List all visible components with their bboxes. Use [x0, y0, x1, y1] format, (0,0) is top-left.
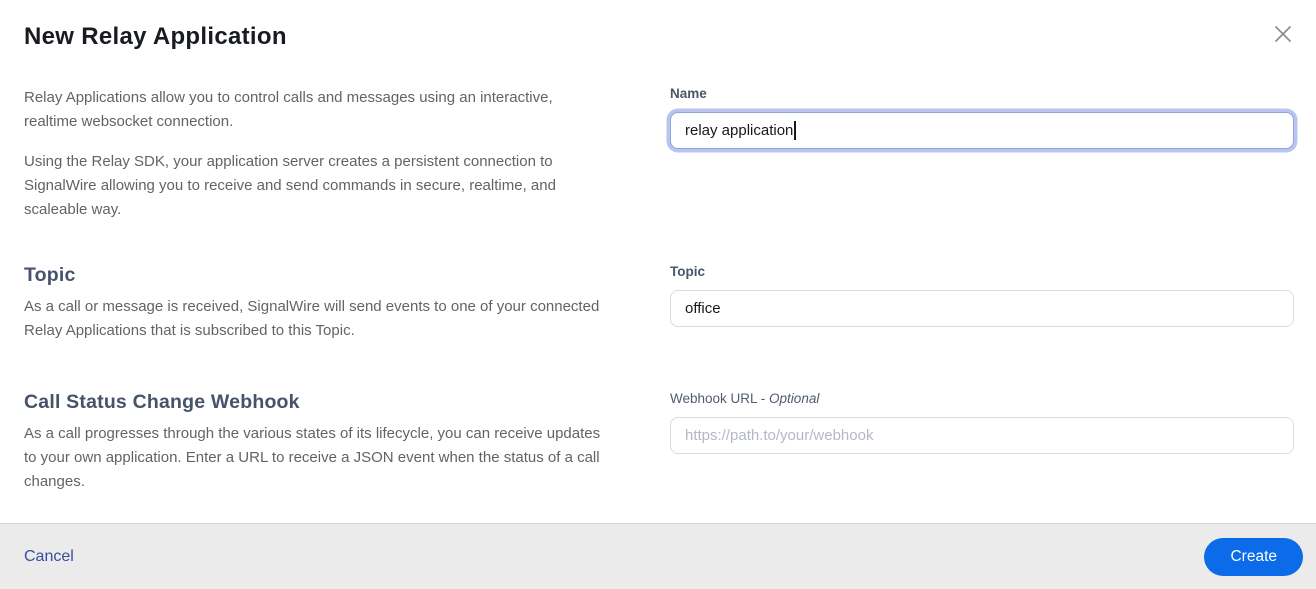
webhook-section-heading: Call Status Change Webhook	[24, 391, 300, 413]
new-relay-application-dialog: New Relay Application Relay Applications…	[0, 0, 1316, 589]
topic-section-heading: Topic	[24, 264, 76, 286]
webhook-field-label: Webhook URL - Optional	[670, 391, 1294, 406]
topic-section-description: As a call or message is received, Signal…	[24, 298, 600, 339]
webhook-section: Call Status Change Webhook As a call pro…	[24, 391, 1294, 494]
create-button[interactable]: Create	[1204, 537, 1303, 576]
webhook-label-text: Webhook URL -	[670, 391, 770, 406]
intro-paragraph-2: Using the Relay SDK, your application se…	[24, 153, 556, 218]
name-input[interactable]: relay application	[670, 112, 1294, 149]
page-title: New Relay Application	[24, 23, 287, 50]
cancel-button[interactable]: Cancel	[24, 548, 74, 566]
text-cursor	[794, 121, 796, 140]
name-field-label: Name	[670, 86, 707, 101]
intro-section: Relay Applications allow you to control …	[24, 86, 1294, 222]
name-input-value: relay application	[685, 122, 794, 139]
close-button[interactable]	[1272, 23, 1294, 45]
webhook-label-optional: Optional	[769, 391, 820, 406]
dialog-footer: Cancel Create	[0, 523, 1316, 589]
close-icon	[1273, 24, 1293, 44]
topic-field-label: Topic	[670, 264, 705, 279]
topic-input[interactable]	[670, 290, 1294, 327]
webhook-url-input[interactable]	[670, 417, 1294, 454]
intro-paragraph-1: Relay Applications allow you to control …	[24, 89, 553, 130]
topic-section: Topic As a call or message is received, …	[24, 264, 1294, 343]
webhook-section-description: As a call progresses through the various…	[24, 425, 601, 490]
